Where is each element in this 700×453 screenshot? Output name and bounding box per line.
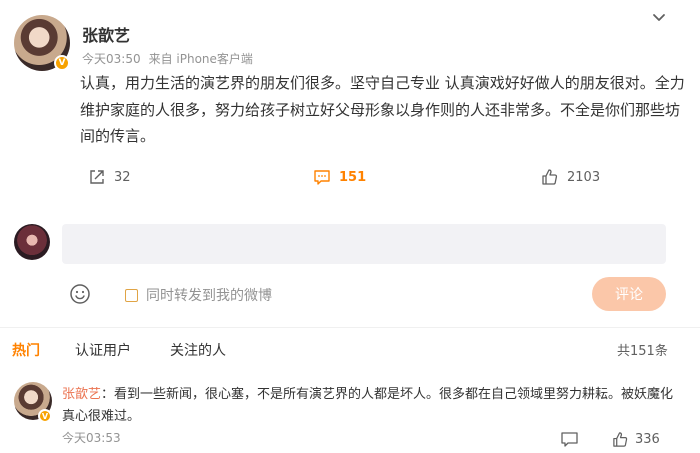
post-source: 来自 iPhone客户端 — [148, 52, 253, 66]
post-meta: 今天03:50 来自 iPhone客户端 — [82, 50, 253, 67]
forward-to-weibo-option[interactable]: 同时转发到我的微博 — [125, 285, 272, 305]
forward-count: 32 — [114, 169, 131, 185]
author-name[interactable]: 张歆艺 — [82, 22, 130, 46]
like-button[interactable]: 2103 — [541, 164, 600, 190]
post-time[interactable]: 今天03:50 — [82, 52, 141, 66]
verified-badge-icon: V — [54, 55, 70, 71]
forward-checkbox-label: 同时转发到我的微博 — [146, 288, 272, 304]
current-user-avatar[interactable] — [14, 224, 50, 260]
comment-count: 151 — [339, 169, 367, 185]
forward-button[interactable]: 32 — [88, 164, 131, 190]
forward-checkbox[interactable] — [125, 288, 138, 302]
comment-icon — [314, 170, 330, 185]
tab-following[interactable]: 关注的人 — [170, 340, 226, 360]
commenter-name[interactable]: 张歆艺 — [62, 387, 101, 402]
submit-comment-button[interactable]: 评论 — [592, 277, 666, 311]
comment-like-count: 336 — [635, 432, 660, 447]
weibo-post: V 张歆艺 今天03:50 来自 iPhone客户端 认真，用力生活的演艺界的朋友… — [0, 0, 700, 453]
like-icon — [613, 432, 628, 447]
like-icon — [542, 169, 558, 185]
verified-badge-icon: V — [38, 409, 52, 423]
tab-hot[interactable]: 热门 — [12, 340, 40, 360]
post-content: 认真，用力生活的演艺界的朋友们很多。坚守自己专业 认真演戏好好做人的朋友很对。全… — [80, 74, 685, 145]
comment-separator: ： — [101, 387, 115, 402]
like-count: 2103 — [567, 169, 601, 185]
comment-item: 张歆艺：看到一些新闻，很心塞，不是所有演艺界的人都是坏人。很多都在自己领域里努力… — [62, 384, 682, 428]
comment-input[interactable] — [62, 224, 666, 264]
tab-verified-users[interactable]: 认证用户 — [75, 340, 131, 360]
comment-time: 今天03:53 — [62, 431, 121, 445]
comment-like-button[interactable]: 336 — [612, 431, 660, 448]
share-icon — [90, 170, 104, 184]
comment-text: 看到一些新闻，很心塞，不是所有演艺界的人都是坏人。很多都在自己领域里努力耕耘。被… — [62, 387, 674, 424]
comment-total: 共151条 — [617, 344, 668, 359]
emoji-icon[interactable] — [69, 283, 91, 305]
comment-button[interactable]: 151 — [313, 164, 366, 190]
chevron-down-icon[interactable] — [651, 10, 667, 26]
divider — [0, 327, 700, 328]
reply-icon[interactable] — [561, 432, 578, 447]
